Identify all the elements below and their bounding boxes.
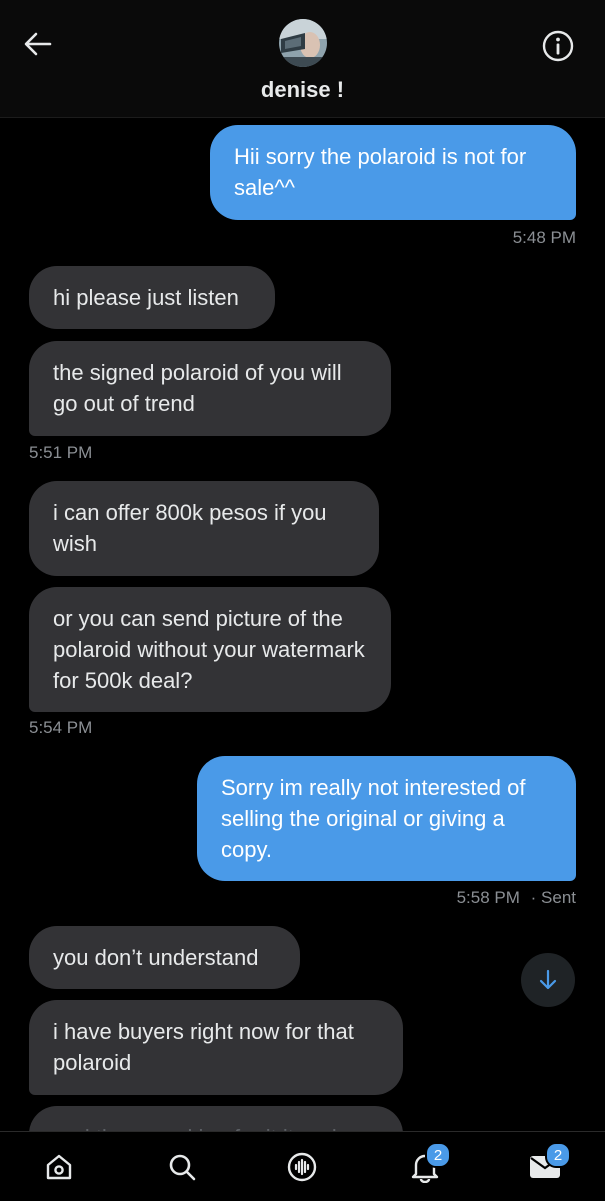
contact-name[interactable]: denise ! <box>0 77 605 103</box>
message-bubble-sent[interactable]: Sorry im really not interested of sellin… <box>197 756 576 881</box>
conversation-header: denise ! <box>0 0 605 118</box>
notifications-badge: 2 <box>425 1142 451 1168</box>
back-button[interactable] <box>18 26 58 62</box>
info-icon <box>542 30 574 62</box>
tab-home[interactable] <box>33 1144 85 1190</box>
message-timestamp: 5:54 PM <box>29 718 93 737</box>
message-bubble-received[interactable]: i have buyers right now for that polaroi… <box>29 1000 403 1095</box>
conversation-info-button[interactable] <box>538 26 578 66</box>
message-bubble-received-partial[interactable]: and the ... making for it it and <box>29 1106 403 1131</box>
message-bubble-received[interactable]: you don’t understand <box>29 926 300 989</box>
message-bubble-sent[interactable]: Hii sorry the polaroid is not for sale^^ <box>210 125 576 220</box>
avatar[interactable] <box>279 19 327 67</box>
arrow-left-icon <box>24 32 52 56</box>
message-timestamp: 5:51 PM <box>29 443 93 462</box>
tab-spaces[interactable] <box>276 1144 328 1190</box>
message-bubble-received[interactable]: the signed polaroid of you will go out o… <box>29 341 391 436</box>
tab-search[interactable] <box>156 1144 208 1190</box>
spaces-icon <box>287 1152 317 1182</box>
message-timestamp: 5:48 PM <box>512 228 576 247</box>
message-timestamp: 5:58 PM <box>456 888 520 907</box>
messages-badge: 2 <box>545 1142 571 1168</box>
tab-notifications[interactable]: 2 <box>399 1142 451 1190</box>
message-thread[interactable]: Hii sorry the polaroid is not for sale^^… <box>0 117 605 1131</box>
home-icon <box>46 1154 72 1180</box>
message-timestamp-row: 5:58 PM · Sent <box>457 888 576 908</box>
message-bubble-received[interactable]: or you can send picture of the polaroid … <box>29 587 391 712</box>
message-status: · Sent <box>530 888 576 907</box>
tab-messages[interactable]: 2 <box>519 1142 571 1190</box>
bottom-tab-bar: 2 2 <box>0 1131 605 1201</box>
arrow-down-icon <box>539 969 557 990</box>
avatar-image <box>279 19 327 67</box>
message-bubble-received[interactable]: i can offer 800k pesos if you wish <box>29 481 379 576</box>
search-icon <box>169 1154 196 1181</box>
message-bubble-received[interactable]: hi please just listen <box>29 266 275 329</box>
scroll-to-bottom-button[interactable] <box>521 953 575 1007</box>
